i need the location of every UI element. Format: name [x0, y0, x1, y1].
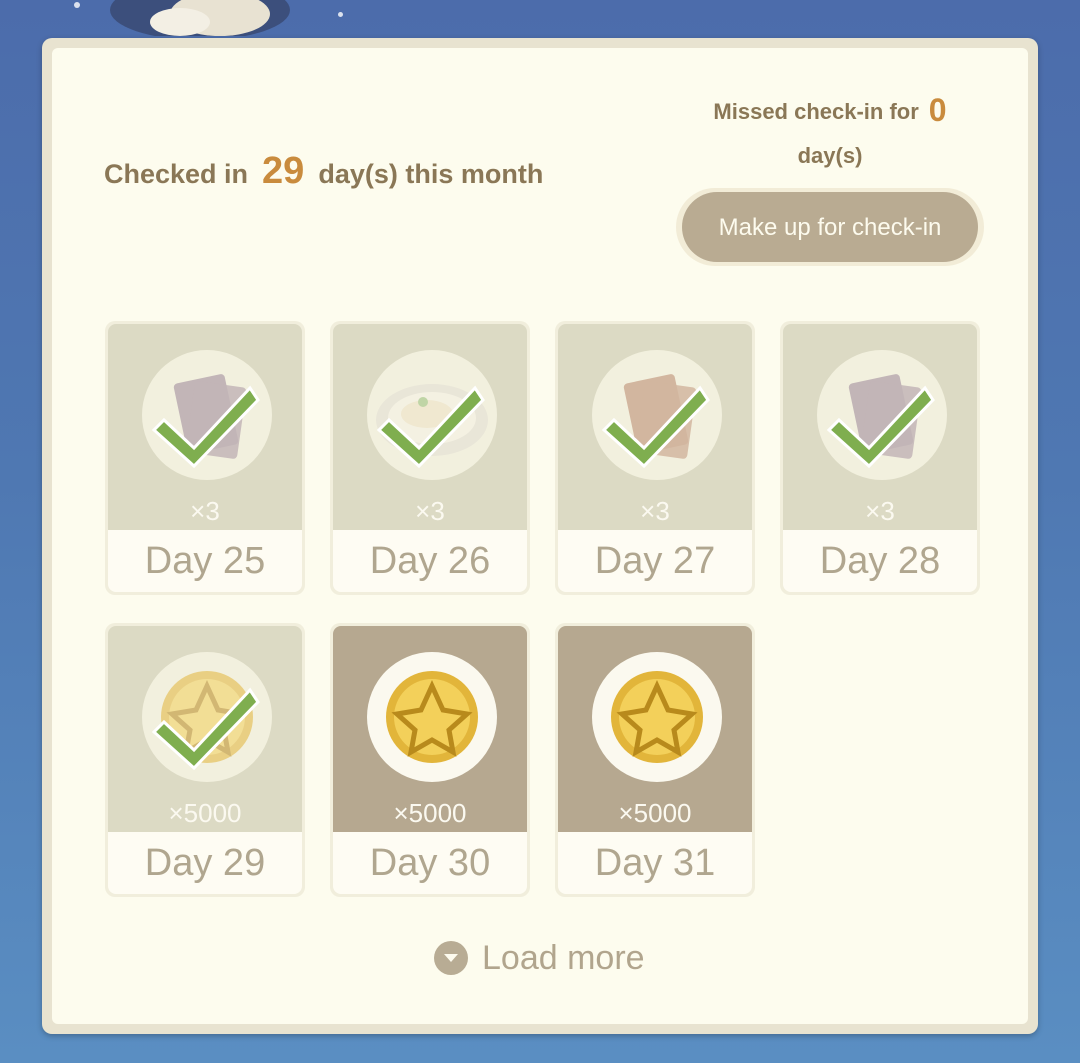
load-more-label: Load more — [482, 938, 645, 977]
character-art-decoration — [100, 0, 300, 40]
chevron-down-icon — [434, 941, 468, 975]
reward-card[interactable]: ×3 Day 25 — [105, 321, 305, 595]
checked-suffix: day(s) this month — [318, 159, 544, 189]
checked-in-summary: Checked in 29 day(s) this month — [104, 150, 543, 206]
missed-prefix: Missed check-in for — [713, 99, 919, 124]
gold-coin-icon — [386, 671, 478, 763]
reward-quantity: ×3 — [640, 496, 670, 526]
missed-suffix: day(s) — [797, 143, 863, 168]
checked-count: 29 — [262, 150, 305, 192]
reward-day-label: Day 30 — [333, 832, 527, 894]
checkmark-icon — [826, 385, 935, 469]
checkmark-icon — [376, 385, 485, 469]
reward-quantity: ×5000 — [618, 798, 692, 828]
gold-coin-icon — [611, 671, 703, 763]
checkmark-icon — [151, 687, 260, 771]
sparkle — [338, 12, 343, 17]
reward-quantity: ×5000 — [393, 798, 467, 828]
reward-card[interactable]: ×3 Day 27 — [555, 321, 755, 595]
reward-card[interactable]: ×5000 Day 30 — [330, 623, 530, 897]
reward-day-label: Day 26 — [333, 530, 527, 592]
reward-card[interactable]: ×5000 Day 29 — [105, 623, 305, 897]
load-more-button[interactable]: Load more — [434, 936, 645, 980]
reward-quantity: ×5000 — [168, 798, 242, 828]
checked-prefix: Checked in — [104, 159, 249, 189]
reward-card-art: ×3 — [783, 324, 977, 530]
reward-quantity: ×3 — [865, 496, 895, 526]
checkmark-icon — [601, 385, 710, 469]
reward-day-label: Day 31 — [558, 832, 752, 894]
missed-count: 0 — [928, 92, 947, 128]
reward-card-art: ×3 — [558, 324, 752, 530]
reward-day-label: Day 29 — [108, 832, 302, 894]
reward-card[interactable]: ×3 Day 28 — [780, 321, 980, 595]
reward-day-label: Day 27 — [558, 530, 752, 592]
makeup-checkin-button[interactable]: Make up for check-in — [676, 188, 984, 266]
reward-card-art: ×5000 — [333, 626, 527, 832]
reward-quantity: ×3 — [415, 496, 445, 526]
makeup-checkin-label: Make up for check-in — [682, 192, 978, 262]
reward-disc — [142, 350, 272, 480]
reward-card-art: ×3 — [108, 324, 302, 530]
sparkle — [74, 2, 80, 8]
reward-disc — [367, 652, 497, 782]
missed-summary: Missed check-in for 0 day(s) — [680, 88, 980, 178]
reward-day-label: Day 28 — [783, 530, 977, 592]
reward-card-art: ×5000 — [108, 626, 302, 832]
reward-disc — [817, 350, 947, 480]
reward-card-art: ×3 — [333, 324, 527, 530]
reward-disc — [592, 652, 722, 782]
reward-disc — [367, 350, 497, 480]
reward-card-art: ×5000 — [558, 626, 752, 832]
checkmark-icon — [151, 385, 260, 469]
reward-card[interactable]: ×3 Day 26 — [330, 321, 530, 595]
reward-disc — [592, 350, 722, 480]
reward-card[interactable]: ×5000 Day 31 — [555, 623, 755, 897]
reward-day-label: Day 25 — [108, 530, 302, 592]
reward-quantity: ×3 — [190, 496, 220, 526]
reward-disc — [142, 652, 272, 782]
